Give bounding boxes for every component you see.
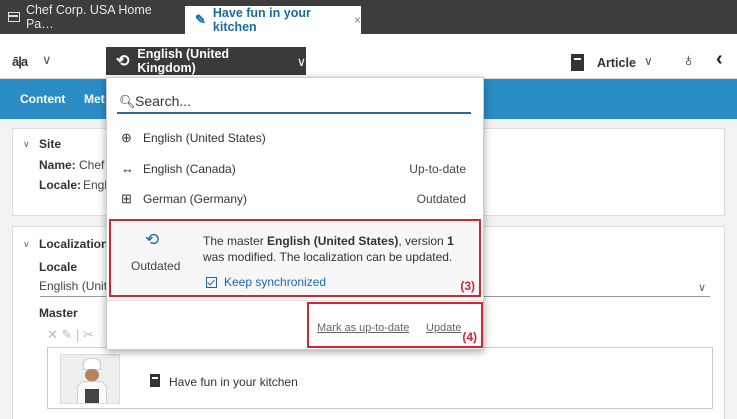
search-icon: 🔍︎ [119, 94, 136, 109]
master-item[interactable]: Have fun in your kitchen [47, 347, 713, 409]
chevron-down-icon[interactable]: ∨ [42, 52, 52, 68]
sync-actions: Mark as up-to-date Update (4) [307, 302, 483, 348]
master-toolbar: ✕ ✎ | ✂ [47, 327, 94, 342]
chevron-down-icon[interactable]: ∨ [644, 54, 653, 68]
search-underline [117, 112, 471, 114]
site-name-label: Name: [39, 158, 76, 172]
doctype-label[interactable]: Article [597, 56, 636, 70]
master-label: Master [39, 306, 78, 320]
mark-up-to-date-link[interactable]: Mark as up-to-date [317, 322, 409, 334]
keep-sync-checkbox[interactable] [206, 277, 217, 288]
locale-option-en-us[interactable]: ⊕ English (United States) [107, 123, 483, 153]
master-item-title[interactable]: Have fun in your kitchen [169, 375, 298, 389]
localization-heading: Localization [39, 237, 109, 251]
sync-status: Outdated [131, 259, 181, 273]
callout-marker-4: (4) [462, 330, 477, 344]
chevron-down-icon[interactable]: ∨ [23, 239, 30, 250]
chevron-left-icon[interactable]: ‹ [716, 48, 723, 71]
lightbulb-icon[interactable]: ♁ [682, 50, 696, 71]
keep-sync-label[interactable]: Keep synchronized [224, 275, 326, 289]
pencil-icon: ✎ [195, 12, 206, 27]
locale-switch-label: English (United Kingdom) [137, 47, 230, 75]
update-link[interactable]: Update [426, 322, 461, 334]
locale-option-en-ca[interactable]: ↔ English (Canada) Up-to-date [107, 154, 483, 184]
locale-option-label: English (United States) [143, 131, 266, 145]
translate-icon: ⊞ [121, 191, 132, 206]
close-icon[interactable]: × [354, 13, 361, 27]
tab-metadata[interactable]: Met [84, 92, 105, 106]
locale-dropdown: 🔍︎ ⊕ English (United States) ↔ English (… [106, 77, 484, 350]
chevron-down-icon: ∨ [296, 54, 306, 69]
sync-message: The master English (United States), vers… [203, 234, 454, 264]
sync-icon: ⟲ [116, 53, 130, 70]
sync-icon: ⟲ [145, 230, 160, 249]
locale-option-status: Up-to-date [409, 162, 466, 176]
locale-select[interactable]: English (Unit [39, 279, 107, 293]
language-icon[interactable]: ā|a [12, 54, 28, 69]
globe-icon: ⊕ [121, 130, 132, 145]
site-name-value: Chef [79, 158, 105, 172]
arrows-icon: ↔ [121, 161, 134, 176]
toolbar: ā|a ∨ ⟲ English (United Kingdom) ∨ Artic… [0, 34, 737, 79]
locale-option-label: English (Canada) [143, 162, 236, 176]
tab-content[interactable]: Content [20, 92, 65, 106]
tab-article[interactable]: ✎ Have fun in your kitchen × [185, 6, 361, 34]
site-locale-value: Engl [83, 178, 108, 192]
locale-option-de-de[interactable]: ⊞ German (Germany) Outdated [107, 184, 483, 214]
locale-label: Locale [39, 260, 78, 274]
search-input[interactable] [135, 91, 465, 111]
chevron-down-icon[interactable]: ∨ [698, 281, 706, 294]
article-thumbnail [60, 354, 120, 404]
callout-marker-3: (3) [460, 279, 475, 293]
locale-option-status: Outdated [416, 192, 466, 206]
tab-home-page[interactable]: Chef Corp. USA Home Pa… [0, 0, 182, 34]
sync-detail-panel: ⟲ Outdated The master English (United St… [109, 219, 481, 297]
document-icon [150, 374, 160, 387]
tab-home-page-label: Chef Corp. USA Home Pa… [25, 3, 152, 31]
site-heading: Site [39, 137, 62, 151]
tab-article-label: Have fun in your kitchen [212, 6, 311, 34]
site-locale-label: Locale: [39, 178, 82, 192]
document-icon [571, 54, 584, 71]
locale-option-label: German (Germany) [143, 192, 248, 206]
page-icon [8, 12, 20, 22]
locale-switch-button[interactable]: ⟲ English (United Kingdom) ∨ [106, 47, 306, 75]
chevron-down-icon[interactable]: ∨ [23, 139, 30, 150]
divider [107, 300, 483, 301]
tab-bar: Chef Corp. USA Home Pa… ✎ Have fun in yo… [0, 0, 737, 34]
